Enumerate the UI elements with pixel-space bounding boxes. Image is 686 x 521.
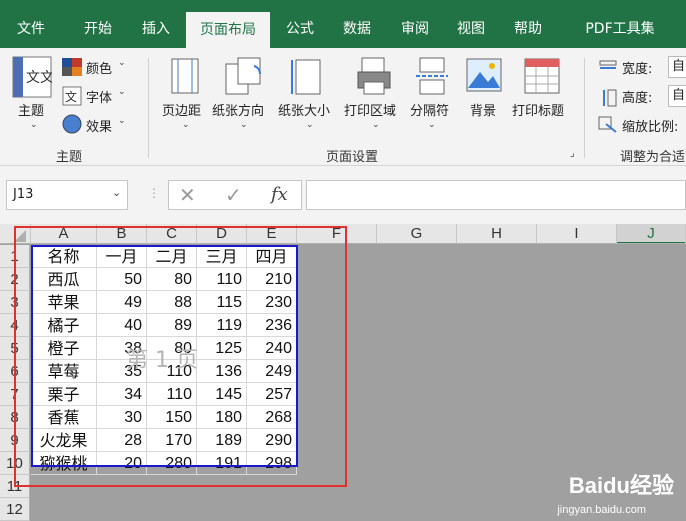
margins-icon: [170, 58, 200, 94]
tab-view[interactable]: 视图: [444, 0, 498, 48]
formula-input[interactable]: [306, 180, 686, 210]
tab-review[interactable]: 审阅: [388, 0, 442, 48]
name-box[interactable]: J13: [6, 180, 128, 210]
formula-buttons: ✕ ✓ fx: [168, 180, 302, 210]
page-size-icon: [290, 56, 324, 96]
orientation-icon: [224, 56, 264, 96]
height-icon: [598, 88, 618, 108]
print-titles-label: 打印标题: [512, 100, 564, 119]
insert-function-button[interactable]: fx: [271, 184, 288, 205]
margins-label: 页边距: [162, 100, 201, 119]
chevron-down-icon[interactable]: ⌄: [112, 186, 121, 199]
tab-formulas[interactable]: 公式: [274, 0, 326, 48]
tab-insert[interactable]: 插入: [128, 0, 184, 48]
chevron-down-icon: ⌄: [240, 120, 248, 130]
background-label: 背景: [470, 100, 496, 119]
chevron-down-icon: ⌄: [118, 87, 126, 97]
column-header[interactable]: H: [457, 224, 537, 244]
menu-bar: 文件 开始 插入 页面布局 公式 数据 审阅 视图 帮助 PDF工具集: [0, 0, 686, 48]
svg-text:文: 文: [65, 89, 77, 104]
fonts-label: 字体: [86, 87, 112, 106]
size-label: 纸张大小: [278, 100, 330, 119]
chevron-down-icon: ⌄: [30, 120, 38, 130]
chevron-down-icon: ⌄: [306, 120, 314, 130]
scale-icon: [598, 116, 618, 134]
enter-icon[interactable]: ✓: [225, 183, 242, 207]
dialog-launcher-icon[interactable]: ⌟: [570, 148, 575, 159]
print-titles-icon: [524, 58, 560, 94]
baidu-logo: Baidu经验: [569, 468, 674, 500]
chevron-down-icon: ⌄: [118, 116, 126, 126]
orientation-label: 纸张方向: [212, 100, 264, 119]
chevron-down-icon: ⌄: [118, 58, 126, 68]
divider: [584, 58, 585, 158]
themes-label: 主题: [18, 100, 44, 119]
breaks-icon: [416, 56, 448, 96]
row-header[interactable]: 12: [0, 498, 30, 521]
tab-file[interactable]: 文件: [6, 0, 56, 48]
height-label: 高度:: [622, 87, 652, 106]
width-icon: [598, 60, 618, 76]
width-select[interactable]: 自: [668, 56, 686, 78]
divider: [148, 58, 149, 158]
svg-text:文文: 文文: [26, 70, 52, 86]
width-label: 宽度:: [622, 58, 652, 77]
breaks-label: 分隔符: [410, 100, 449, 119]
ribbon: 文文 主题 ⌄ 颜色 ⌄ 文 字体 ⌄ 效果 ⌄ 主题 页边距 ⌄: [0, 48, 686, 166]
drag-handle-icon[interactable]: ⋮: [148, 186, 160, 200]
column-header[interactable]: J: [617, 224, 686, 244]
baidu-url: jingyan.baidu.com: [557, 504, 646, 516]
scale-label: 缩放比例:: [622, 116, 678, 135]
column-header[interactable]: I: [537, 224, 617, 244]
cancel-icon[interactable]: ✕: [179, 183, 196, 207]
tab-pdf-tools[interactable]: PDF工具集: [560, 0, 680, 48]
column-header[interactable]: G: [377, 224, 457, 244]
themes-icon: 文文: [12, 56, 52, 98]
tab-page-layout[interactable]: 页面布局: [186, 12, 270, 48]
scale-group-label: 调整为合适: [620, 146, 685, 165]
chevron-down-icon: ⌄: [182, 120, 190, 130]
fonts-icon: 文: [62, 86, 82, 106]
effects-icon: [62, 114, 82, 134]
height-select[interactable]: 自: [668, 85, 686, 107]
formula-bar: J13 ⌄ ⋮ ✕ ✓ fx: [0, 166, 686, 224]
page-setup-group-label: 页面设置: [326, 146, 378, 165]
colors-label: 颜色: [86, 58, 112, 77]
tab-home[interactable]: 开始: [70, 0, 126, 48]
chevron-down-icon: ⌄: [372, 120, 380, 130]
annotation-highlight-box: [14, 226, 347, 487]
print-area-icon: [356, 56, 392, 96]
background-icon: [466, 58, 502, 92]
chevron-down-icon: ⌄: [428, 120, 436, 130]
effects-label: 效果: [86, 116, 112, 135]
tab-help[interactable]: 帮助: [500, 0, 556, 48]
print-area-label: 打印区域: [344, 100, 396, 119]
themes-group-label: 主题: [56, 146, 82, 165]
tab-data[interactable]: 数据: [330, 0, 384, 48]
colors-icon: [62, 58, 82, 76]
